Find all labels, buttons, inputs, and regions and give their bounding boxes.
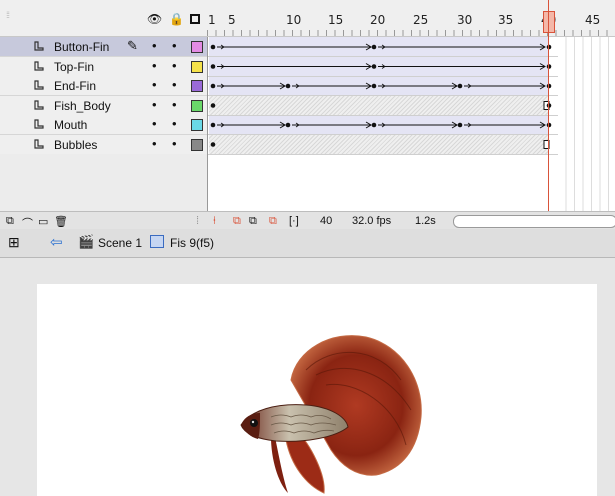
back-arrow-icon[interactable]: ⇦ — [50, 233, 63, 251]
frame-number[interactable]: 35 — [498, 13, 513, 27]
keyframe[interactable] — [210, 142, 216, 147]
outline-color-swatch[interactable] — [191, 99, 203, 112]
fps-label: 32.0 fps — [352, 215, 392, 227]
onion-skin-icon[interactable]: ⧉ — [233, 215, 241, 228]
layer-icon — [33, 99, 45, 111]
frame-number[interactable]: 1 — [208, 13, 216, 27]
outline-color-swatch[interactable] — [191, 80, 203, 92]
pencil-icon: ✎ — [127, 38, 138, 53]
keyframe[interactable] — [210, 103, 216, 108]
layer-row[interactable]: Fish_Body • • — [0, 95, 207, 116]
trash-icon[interactable]: 🗑 — [54, 215, 68, 228]
keyframe[interactable] — [210, 83, 216, 89]
keyframe[interactable] — [210, 122, 216, 128]
outline-color-swatch[interactable] — [191, 41, 203, 53]
lock-toggle[interactable]: • — [172, 136, 177, 151]
onion-markers-icon[interactable]: [·] — [289, 215, 299, 227]
center-frame-icon[interactable]: ⍿ — [213, 215, 216, 228]
visibility-toggle[interactable]: • — [152, 38, 157, 53]
visibility-toggle[interactable]: • — [152, 58, 157, 73]
layer-list: Button-Fin ✎ • • Top-Fin • • End-Fin • • Fish_Body… — [0, 37, 207, 155]
keyframe[interactable] — [371, 64, 377, 69]
layer-name[interactable]: End-Fin — [54, 79, 96, 93]
layer-row[interactable]: End-Fin • • — [0, 76, 207, 96]
eye-icon[interactable]: 👁 — [147, 12, 162, 26]
lock-toggle[interactable]: • — [172, 77, 177, 92]
frame-grid[interactable] — [207, 37, 615, 211]
lock-toggle[interactable]: • — [172, 97, 177, 112]
symbol-icon[interactable] — [150, 235, 164, 248]
frame-number[interactable]: 15 — [328, 13, 343, 27]
elapsed-label: 1.2s — [415, 215, 436, 227]
edit-multiple-icon[interactable]: ⧉ — [269, 215, 277, 228]
lock-icon[interactable]: 🔒 — [169, 12, 184, 26]
keyframe[interactable] — [371, 122, 377, 128]
frame-number[interactable]: 30 — [457, 13, 472, 27]
timeline-panel: ⁞⁞ 👁 🔒 151015202530354045 Button-Fin✎••T… — [0, 0, 615, 230]
visibility-toggle[interactable]: • — [152, 77, 157, 92]
keyframe[interactable] — [457, 122, 463, 128]
symbol-label[interactable]: Fis 9(f5) — [170, 236, 214, 250]
frame-number[interactable]: 25 — [413, 13, 428, 27]
outline-color-swatch[interactable] — [191, 60, 203, 73]
outline-color-swatch[interactable] — [191, 138, 203, 151]
layer-name[interactable]: Button-Fin — [54, 40, 109, 54]
panel-grip-icon[interactable]: ⁞⁞ — [6, 10, 10, 20]
outline-color-swatch[interactable] — [191, 119, 203, 131]
edit-bar: ⊞ ⇦ 🎬 Scene 1 Fis 9(f5) — [0, 229, 615, 258]
scene-icon[interactable]: 🎬 — [78, 234, 94, 250]
keyframe[interactable] — [285, 122, 291, 128]
layer-row[interactable]: Bubbles • • — [0, 134, 207, 155]
new-folder-icon[interactable]: ▭ — [38, 215, 48, 228]
frame-number[interactable]: 20 — [370, 13, 385, 27]
playhead-marker[interactable] — [543, 11, 555, 33]
layer-list-empty — [0, 154, 208, 211]
layer-row[interactable]: Top-Fin • • — [0, 56, 207, 77]
timeline-scrollbar[interactable] — [453, 215, 615, 228]
keyframe[interactable] — [285, 83, 291, 89]
playhead[interactable] — [548, 0, 549, 211]
layer-name[interactable]: Top-Fin — [54, 60, 94, 74]
timeline-header: ⁞⁞ 👁 🔒 151015202530354045 — [0, 0, 615, 37]
lock-toggle[interactable]: • — [172, 116, 177, 131]
outline-icon[interactable] — [190, 14, 200, 24]
keyframe[interactable] — [371, 83, 377, 89]
frame-number[interactable]: 5 — [228, 13, 236, 27]
empty-frames — [558, 37, 615, 211]
divider-grip-icon[interactable]: ⁞ — [196, 215, 199, 227]
visibility-toggle[interactable]: • — [152, 136, 157, 151]
betta-fish-image[interactable] — [236, 325, 426, 496]
frame-number[interactable]: 45 — [585, 13, 600, 27]
keyframe[interactable] — [371, 44, 377, 50]
layer-icon — [33, 79, 45, 91]
lock-toggle[interactable]: • — [172, 58, 177, 73]
layer-icon — [33, 40, 45, 52]
new-layer-icon[interactable]: ⧉ — [6, 215, 14, 228]
keyframe[interactable] — [210, 44, 216, 50]
layer-name[interactable]: Fish_Body — [54, 99, 111, 113]
layer-icon — [33, 118, 45, 130]
timeline-toggle-icon[interactable]: ⊞ — [8, 234, 20, 251]
current-frame-label: 40 — [320, 215, 333, 227]
layer-name[interactable]: Mouth — [54, 118, 87, 132]
layer-icon — [33, 60, 45, 72]
tween-arrows — [210, 43, 552, 149]
layer-name[interactable]: Bubbles — [54, 138, 97, 152]
onion-outline-icon[interactable]: ⧉ — [249, 215, 257, 228]
layer-row[interactable]: Button-Fin ✎ • • — [0, 37, 207, 57]
scene-label[interactable]: Scene 1 — [98, 236, 142, 250]
layer-icon — [33, 138, 45, 150]
frame-number[interactable]: 10 — [286, 13, 301, 27]
keyframe[interactable] — [457, 83, 463, 89]
lock-toggle[interactable]: • — [172, 38, 177, 53]
visibility-toggle[interactable]: • — [152, 97, 157, 112]
visibility-toggle[interactable]: • — [152, 116, 157, 131]
layer-row[interactable]: Mouth • • — [0, 115, 207, 135]
timeline-footer: ⧉ ⌒ ▭ 🗑 ⁞ ⍿ ⧉ ⧉ ⧉ [·] 40 32.0 fps 1.2s — [0, 211, 615, 230]
keyframe[interactable] — [210, 64, 216, 69]
